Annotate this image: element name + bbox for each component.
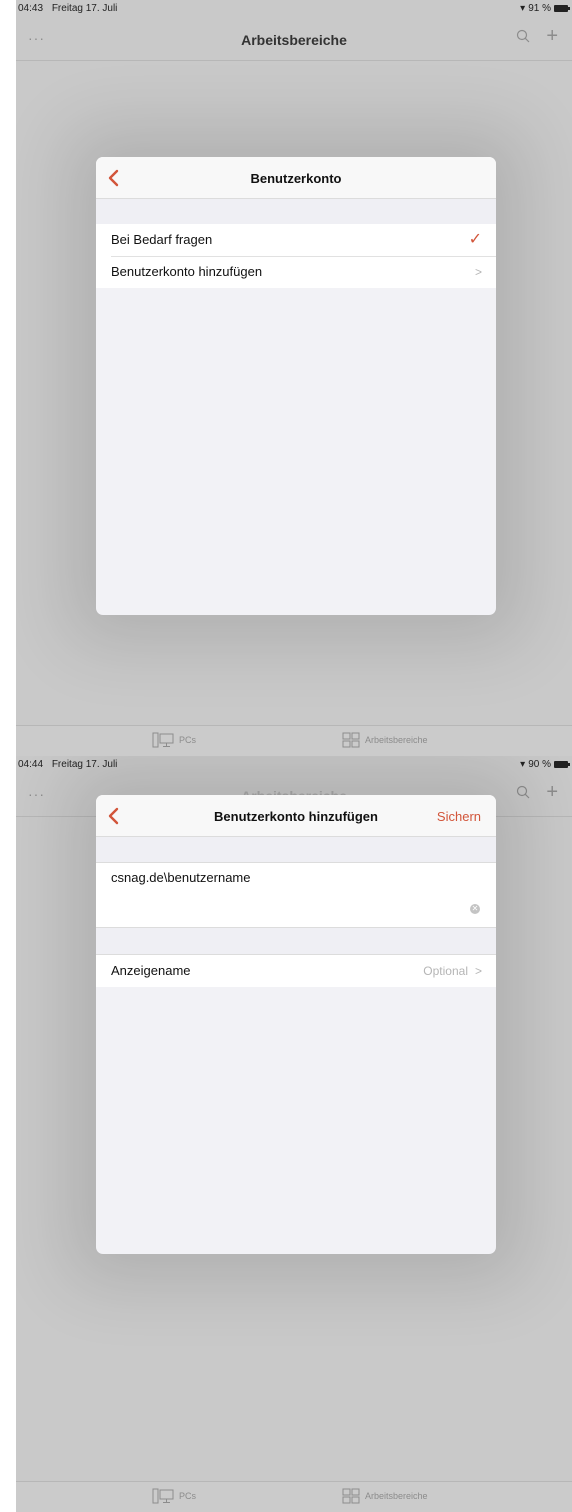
status-time: 04:44 <box>18 759 44 770</box>
clear-icon[interactable]: ✕ <box>470 904 480 914</box>
workspaces-icon <box>342 1488 360 1504</box>
pc-icon <box>152 732 174 748</box>
battery-icon <box>554 5 570 12</box>
sheet-title: Benutzerkonto <box>250 171 342 186</box>
tab-bar: PCs Arbeitsbereiche <box>16 725 572 756</box>
status-date: Freitag 17. Juli <box>51 3 118 14</box>
tab-workspaces[interactable]: Arbeitsbereiche <box>342 1488 428 1504</box>
status-time: 04:43 <box>18 3 44 14</box>
chevron-right-icon: > <box>474 964 482 978</box>
battery-icon <box>554 761 570 768</box>
list-item-label: Anzeigename <box>111 963 191 978</box>
list-item-ask-when-needed[interactable]: Bei Bedarf fragen ✓ <box>96 224 496 256</box>
pc-icon <box>152 1488 174 1504</box>
username-input[interactable]: csnag.de\benutzername <box>111 863 250 893</box>
list-item-label: Benutzerkonto hinzufügen <box>111 264 263 279</box>
search-icon[interactable] <box>516 785 530 804</box>
workspaces-icon <box>342 732 360 748</box>
sheet-header: Benutzerkonto <box>96 157 496 199</box>
add-button[interactable]: + <box>546 25 558 48</box>
status-bar: 04:44 Freitag 17. Juli ▾ 90 % <box>16 756 572 776</box>
wifi-icon: ▾ <box>520 3 526 14</box>
page-title: Arbeitsbereiche <box>241 32 347 48</box>
add-account-sheet: Benutzerkonto hinzufügen Sichern csnag.d… <box>96 795 496 1254</box>
tab-label: PCs <box>179 735 197 745</box>
save-button[interactable]: Sichern <box>437 809 481 824</box>
account-sheet: Benutzerkonto Bei Bedarf fragen ✓ Benutz… <box>96 157 496 615</box>
add-button[interactable]: + <box>546 781 558 804</box>
tab-pcs[interactable]: PCs <box>152 732 196 748</box>
nav-bar: ··· Arbeitsbereiche + <box>16 20 572 61</box>
tab-workspaces[interactable]: Arbeitsbereiche <box>342 732 428 748</box>
username-field[interactable]: csnag.de\benutzername ✕ <box>96 862 496 928</box>
list-item-display-name[interactable]: Anzeigename Optional > <box>96 954 496 987</box>
search-icon[interactable] <box>516 29 530 48</box>
battery-percent: 91 % <box>528 3 551 14</box>
display-name-placeholder: Optional <box>423 964 468 978</box>
checkmark-icon: ✓ <box>468 231 482 248</box>
status-date: Freitag 17. Juli <box>51 759 118 770</box>
list-item-label: Bei Bedarf fragen <box>111 232 213 247</box>
tab-label: PCs <box>179 1491 197 1501</box>
screen-account-selection: 04:43 Freitag 17. Juli ▾ 91 % ··· Arbeit… <box>16 0 572 756</box>
tab-bar: PCs Arbeitsbereiche <box>16 1481 572 1512</box>
wifi-icon: ▾ <box>520 759 526 770</box>
chevron-right-icon: > <box>474 265 482 279</box>
tab-label: Arbeitsbereiche <box>365 1491 428 1501</box>
list-item-add-account[interactable]: Benutzerkonto hinzufügen > <box>96 256 496 288</box>
tab-label: Arbeitsbereiche <box>365 735 428 745</box>
tab-pcs[interactable]: PCs <box>152 1488 196 1504</box>
battery-percent: 90 % <box>528 759 551 770</box>
status-bar: 04:43 Freitag 17. Juli ▾ 91 % <box>16 0 572 20</box>
screen-add-account: 04:44 Freitag 17. Juli ▾ 90 % ··· Arbeit… <box>16 756 572 1512</box>
sheet-header: Benutzerkonto hinzufügen Sichern <box>96 795 496 837</box>
